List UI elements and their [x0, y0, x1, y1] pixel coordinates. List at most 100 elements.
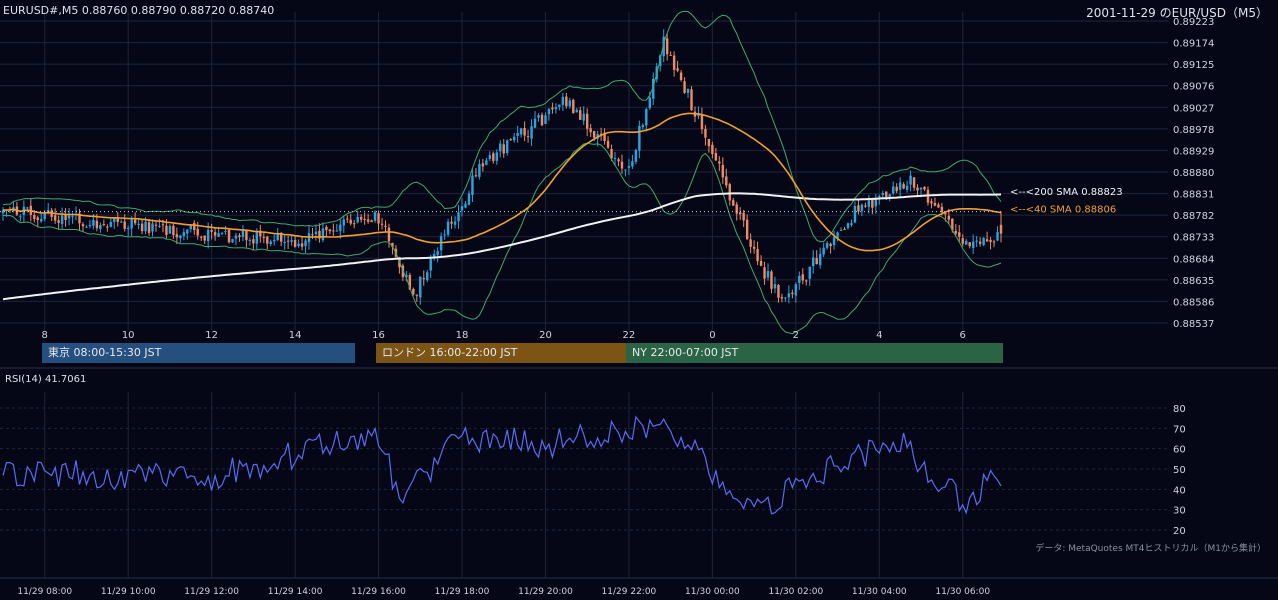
candle-body — [982, 237, 985, 246]
candle-body — [144, 221, 147, 232]
time-tick-label: 11/29 14:00 — [268, 587, 323, 597]
candle-body — [780, 297, 784, 299]
candle-body — [179, 235, 182, 239]
candle-body — [519, 128, 523, 135]
price-tick-label: 0.88733 — [1173, 233, 1214, 244]
price-tick-label: 0.88880 — [1173, 168, 1214, 179]
candle-body — [297, 243, 300, 246]
candle-body — [818, 253, 822, 266]
candle-body — [193, 222, 196, 231]
candle-body — [853, 206, 857, 223]
candle-body — [512, 136, 516, 141]
candle-body — [676, 68, 679, 71]
candle-body — [81, 224, 85, 227]
candle-body — [585, 113, 589, 129]
candle-body — [106, 226, 109, 228]
candle-body — [718, 161, 721, 164]
price-tick-label: 0.88831 — [1173, 190, 1214, 201]
candle-body — [419, 276, 422, 298]
candle-body — [554, 107, 558, 110]
candle-body — [349, 219, 352, 224]
candle-body — [989, 239, 992, 242]
candle-body — [756, 249, 759, 262]
candle-body — [356, 216, 359, 223]
candle-body — [154, 224, 158, 226]
candle-body — [387, 227, 391, 242]
candle-body — [252, 239, 255, 244]
candle-body — [634, 150, 638, 162]
candle-body — [168, 225, 172, 234]
candle-body — [175, 234, 179, 238]
price-tick-label: 0.88978 — [1173, 125, 1214, 136]
candle-body — [33, 215, 36, 219]
candle-body — [683, 81, 686, 93]
candle-body — [415, 294, 419, 296]
candle-body — [839, 229, 843, 231]
candle-body — [126, 227, 130, 229]
rsi-tick-label: 20 — [1173, 526, 1186, 537]
rsi-tick-label: 70 — [1173, 424, 1186, 435]
candle-body — [822, 247, 825, 255]
candle-body — [582, 113, 585, 121]
candle-body — [227, 229, 231, 243]
candle-body — [203, 235, 206, 241]
candle-body — [60, 215, 64, 225]
candle-body — [770, 271, 773, 289]
candle-body — [210, 230, 213, 232]
candle-body — [172, 225, 175, 236]
candle-body — [829, 243, 832, 247]
candle-body — [140, 223, 144, 232]
candle-body — [961, 238, 964, 244]
price-tick-label: 0.88635 — [1173, 276, 1214, 287]
candle-body — [665, 38, 669, 55]
candle-body — [269, 241, 272, 245]
candle-body — [231, 239, 234, 243]
candle-body — [238, 235, 241, 237]
candle-body — [446, 221, 450, 235]
candle-body — [293, 239, 297, 247]
candle-body — [881, 192, 884, 196]
candle-body — [40, 218, 43, 222]
candle-body — [930, 201, 933, 204]
candle-body — [909, 175, 912, 185]
candle-body — [606, 140, 610, 148]
candle-body — [798, 275, 801, 283]
candle-body — [766, 271, 770, 278]
candle-body — [540, 114, 544, 126]
candle-body — [752, 246, 756, 249]
candle-body — [937, 204, 940, 208]
candle-body — [732, 200, 735, 206]
time-tick-label: 11/30 04:00 — [852, 587, 907, 597]
time-tick-label: 11/30 06:00 — [935, 587, 990, 597]
candle-body — [165, 225, 168, 235]
candle-body — [492, 153, 495, 161]
time-tick-label: 11/29 12:00 — [184, 587, 239, 597]
candle-body — [102, 224, 106, 226]
candle-body — [773, 284, 777, 289]
candle-body — [589, 128, 592, 133]
candle-body — [965, 240, 968, 245]
time-tick-label: 11/29 20:00 — [518, 587, 573, 597]
session-london: ロンドン 16:00-22:00 JST — [376, 343, 626, 363]
time-tick-label: 11/29 08:00 — [17, 587, 72, 597]
candle-body — [467, 193, 471, 205]
candle-body — [971, 241, 975, 248]
candle-body — [485, 160, 488, 165]
candle-body — [304, 240, 307, 247]
hour-tick-label: 20 — [539, 330, 552, 341]
candle-body — [700, 114, 704, 130]
candle-body — [898, 182, 902, 190]
candle-body — [436, 250, 439, 256]
candle-body — [57, 220, 60, 223]
chart-canvas: 8 11/29 08:00 10 11/29 10:00 12 11/29 12:00 14… — [0, 10, 1278, 597]
candle-body — [509, 139, 512, 141]
candle-body — [422, 278, 425, 280]
time-tick-label: 11/29 18:00 — [435, 587, 490, 597]
price-tick-label: 0.88684 — [1173, 254, 1214, 265]
hour-tick-label: 4 — [876, 330, 882, 341]
candle-body — [161, 224, 165, 226]
candle-body — [377, 213, 380, 224]
data-credit: データ: MetaQuotes MT4ヒストリカル（M1から集計） — [1035, 544, 1266, 554]
candle-body — [958, 232, 961, 237]
candle-body — [832, 237, 836, 246]
